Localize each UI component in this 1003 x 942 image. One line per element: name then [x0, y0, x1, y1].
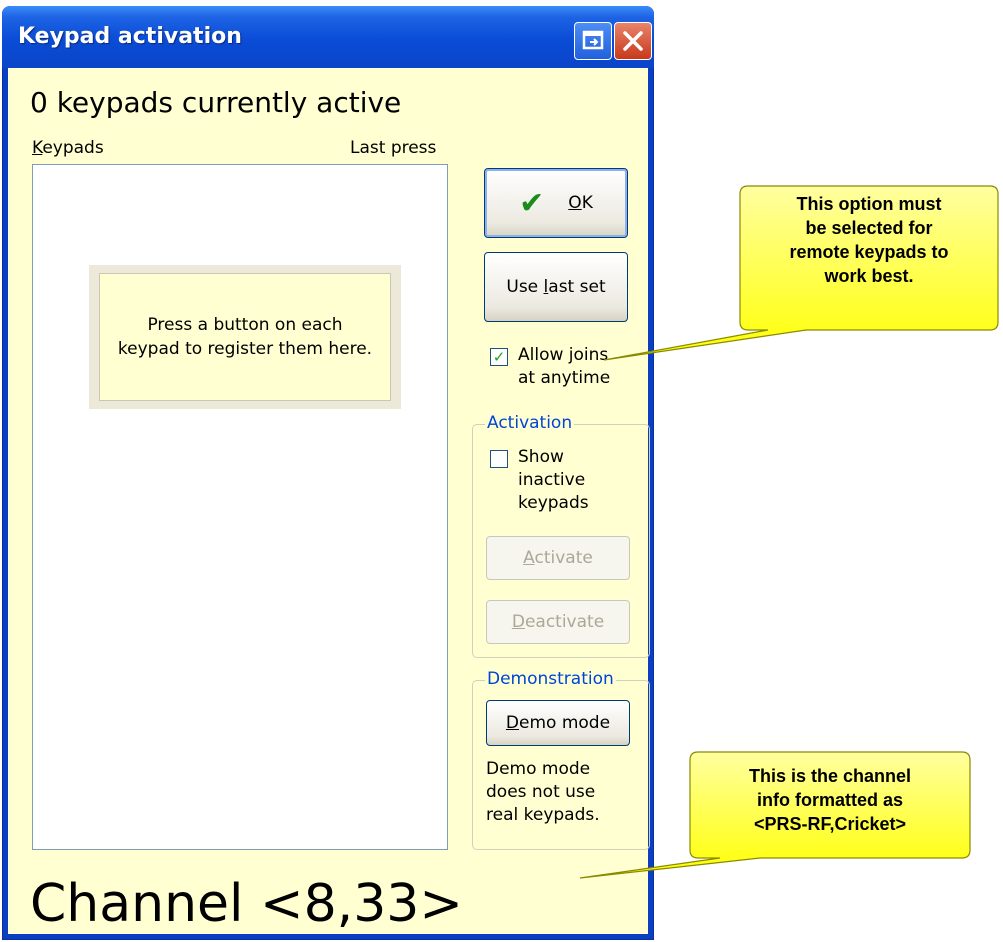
- option-callout-line4: work best.: [824, 266, 914, 286]
- channel-callout-text: This is the channel info formatted as <P…: [694, 764, 966, 836]
- channel-callout-line3: <PRS-RF,Cricket>: [753, 814, 907, 834]
- channel-callout-line2: info formatted as: [756, 790, 903, 810]
- option-callout-line1: This option must: [796, 194, 942, 214]
- option-callout-line3: remote keypads to: [789, 242, 949, 262]
- option-callout-line2: be selected for: [805, 218, 933, 238]
- option-callout-text: This option must be selected for remote …: [744, 192, 994, 288]
- channel-callout-line1: This is the channel: [748, 766, 912, 786]
